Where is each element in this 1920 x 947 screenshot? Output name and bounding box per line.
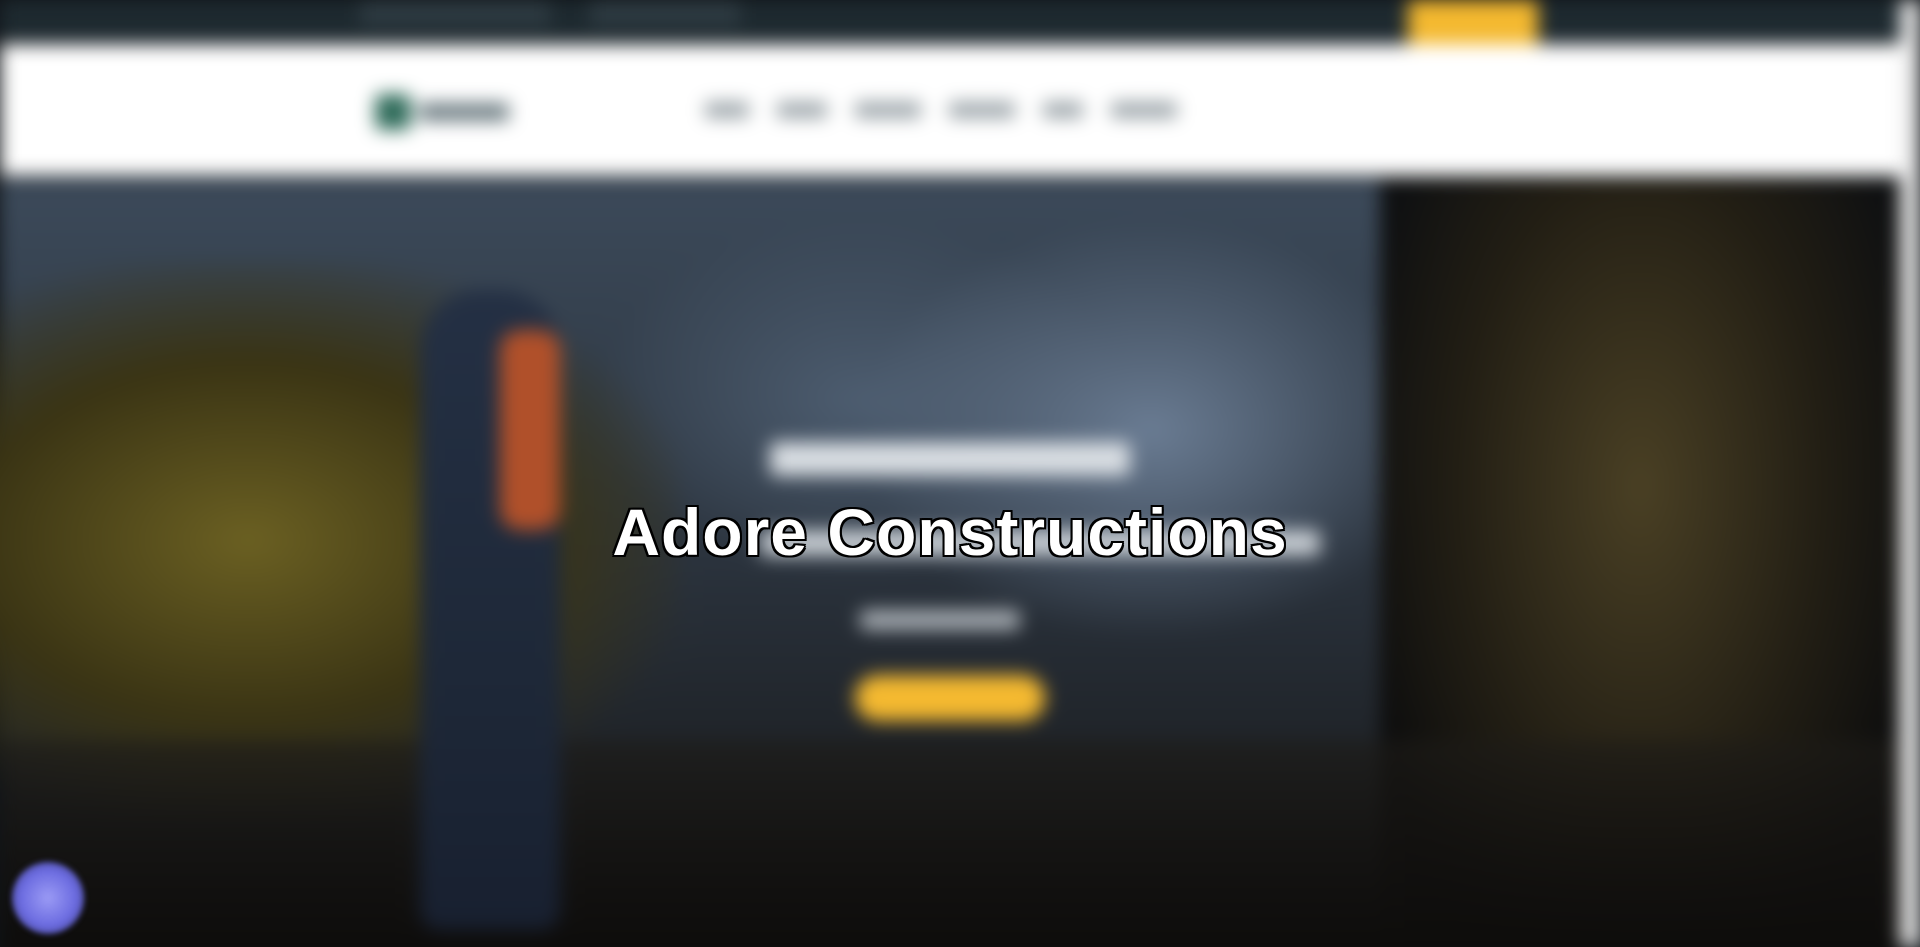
site-header bbox=[0, 44, 1900, 176]
logo-icon bbox=[375, 94, 411, 130]
nav-item[interactable] bbox=[855, 102, 921, 118]
hero-ground bbox=[0, 740, 1900, 947]
nav-item[interactable] bbox=[1111, 102, 1177, 118]
hero-title: Adore Constructions bbox=[612, 495, 1288, 569]
nav-item[interactable] bbox=[1043, 102, 1083, 118]
page-scrollbar[interactable] bbox=[1900, 0, 1920, 947]
nav-item[interactable] bbox=[705, 102, 749, 118]
hero-cta-button[interactable] bbox=[855, 675, 1045, 721]
chat-icon[interactable] bbox=[12, 862, 84, 934]
top-bar-email[interactable] bbox=[590, 0, 740, 26]
page: Adore Constructions bbox=[0, 0, 1920, 947]
top-bar-cta-button[interactable] bbox=[1408, 0, 1538, 44]
top-bar-contact[interactable] bbox=[360, 0, 550, 26]
blurred-background bbox=[0, 0, 1920, 947]
top-bar bbox=[0, 0, 1900, 44]
nav-item[interactable] bbox=[777, 102, 827, 118]
logo-wordmark bbox=[419, 103, 509, 121]
nav-item[interactable] bbox=[949, 102, 1015, 118]
site-logo[interactable] bbox=[375, 92, 525, 132]
hero-tagline bbox=[770, 442, 1130, 476]
scrollbar-thumb[interactable] bbox=[1903, 0, 1917, 947]
main-nav bbox=[705, 102, 1177, 118]
hero-description bbox=[860, 610, 1020, 630]
